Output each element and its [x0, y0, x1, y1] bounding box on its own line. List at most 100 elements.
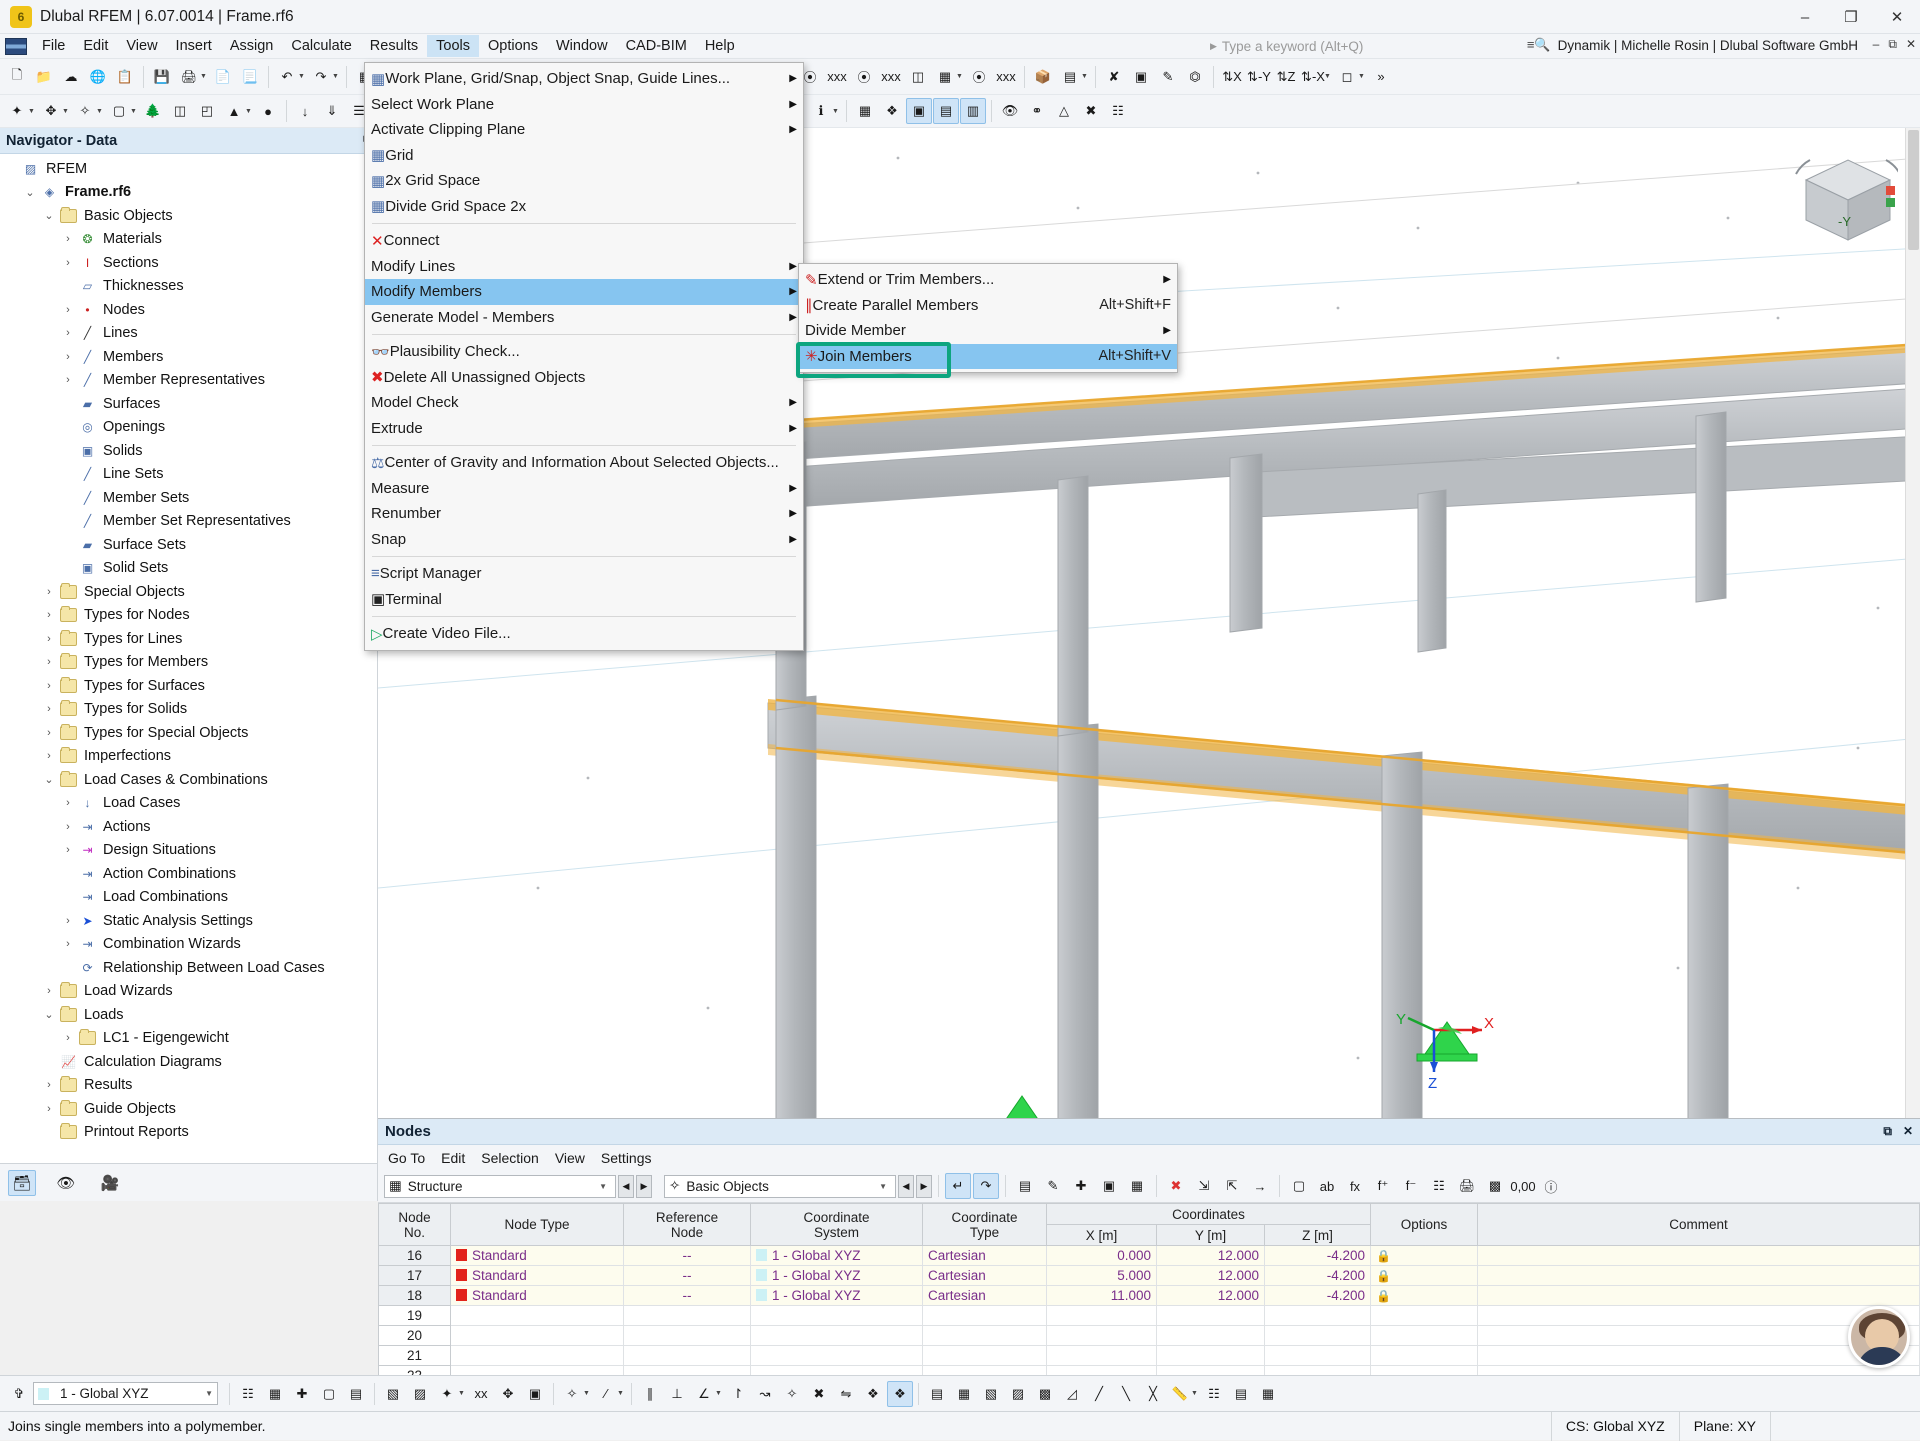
- new-surface-icon[interactable]: ▢: [106, 98, 132, 124]
- cell-comment[interactable]: [1477, 1245, 1920, 1266]
- cell-reference-node[interactable]: --: [623, 1285, 751, 1306]
- parallel-member-toolbar-icon[interactable]: ⇋: [833, 1381, 859, 1407]
- snap-tool-icon[interactable]: ◿: [1059, 1381, 1085, 1407]
- save-icon[interactable]: 💾: [149, 64, 175, 90]
- support-values-icon[interactable]: xxx: [993, 64, 1019, 90]
- tools-menu-item-terminal[interactable]: ▣ Terminal: [365, 587, 803, 613]
- parallel-lines-icon[interactable]: ∥: [637, 1381, 663, 1407]
- help-table-icon[interactable]: ⓘ: [1538, 1173, 1564, 1199]
- printout-report-icon[interactable]: 📄: [210, 64, 236, 90]
- hide-icon[interactable]: ⚭: [1024, 98, 1050, 124]
- chevron-right-icon[interactable]: ›: [40, 680, 58, 692]
- menu-file[interactable]: File: [33, 35, 74, 57]
- tree-item-materials[interactable]: › ❂ Materials: [0, 228, 377, 252]
- table-row[interactable]: 18 Standard -- 1 - Global XYZ Cartesian 11.00…: [378, 1285, 1920, 1306]
- import-icon[interactable]: ⇱: [1219, 1173, 1245, 1199]
- menu-tools[interactable]: Tools: [427, 35, 480, 57]
- maximize-button[interactable]: ❐: [1828, 0, 1874, 34]
- table-row[interactable]: 21: [378, 1345, 1920, 1366]
- objects-combo[interactable]: ✧ Basic Objects ▼: [664, 1174, 896, 1198]
- lock-icon[interactable]: 🔒: [1376, 1249, 1391, 1263]
- guide-line-3-icon[interactable]: ╳: [1140, 1381, 1166, 1407]
- table-row[interactable]: 20: [378, 1325, 1920, 1346]
- grid-settings-icon[interactable]: ☷: [1201, 1381, 1227, 1407]
- nodes-menu-settings[interactable]: Settings: [601, 1150, 652, 1166]
- chevron-right-icon[interactable]: ›: [59, 257, 77, 269]
- formula-icon[interactable]: fx: [1342, 1173, 1368, 1199]
- chevron-right-icon[interactable]: ›: [59, 844, 77, 856]
- select-in-graphic-icon[interactable]: ↵: [945, 1173, 971, 1199]
- cell-coordinate-system[interactable]: 1 - Global XYZ: [750, 1265, 923, 1286]
- cell-options[interactable]: 🔒: [1370, 1265, 1479, 1286]
- grid-settings-2-icon[interactable]: ▤: [1228, 1381, 1254, 1407]
- coordinate-system-combo[interactable]: 1 - Global XYZ ▼: [33, 1382, 218, 1405]
- member-numbering-icon[interactable]: ◫: [905, 64, 931, 90]
- chevron-right-icon[interactable]: ›: [40, 750, 58, 762]
- grid-settings-3-icon[interactable]: ▦: [1255, 1381, 1281, 1407]
- cell-z[interactable]: -4.200: [1263, 1265, 1372, 1286]
- render-wire-icon[interactable]: ▤: [933, 98, 959, 124]
- work-plane-yz-icon[interactable]: ▨: [407, 1381, 433, 1407]
- cell-node-type[interactable]: [450, 1345, 624, 1366]
- tree-item-action-combinations[interactable]: · ⇥ Action Combinations: [0, 862, 377, 886]
- table-toggle-1-icon[interactable]: ▤: [924, 1381, 950, 1407]
- tools-menu-item-modify-members[interactable]: Modify Members ▶: [365, 279, 803, 305]
- cell-reference-node[interactable]: [623, 1305, 751, 1326]
- delete-row-icon[interactable]: ✖: [1163, 1173, 1189, 1199]
- menu-window[interactable]: Window: [547, 35, 617, 57]
- cell-coordinate-type[interactable]: [922, 1305, 1047, 1326]
- insert-row-icon[interactable]: ✚: [1068, 1173, 1094, 1199]
- tree-item-thicknesses[interactable]: · ▱ Thicknesses: [0, 275, 377, 299]
- th-x[interactable]: X [m]: [1046, 1224, 1157, 1246]
- tree-item-sections[interactable]: › I Sections: [0, 251, 377, 275]
- new-nodal-support-icon[interactable]: ▲: [221, 98, 247, 124]
- table-grid-icon[interactable]: ☷: [1426, 1173, 1452, 1199]
- th-node-type[interactable]: Node Type: [450, 1203, 624, 1246]
- chevron-down-icon[interactable]: ⌄: [40, 209, 58, 222]
- tools-menu-item-work-plane-grid-snap-object-snap-guide-l[interactable]: ▦ Work Plane, Grid/Snap, Object Snap, Gui…: [365, 66, 803, 92]
- render-shade-icon[interactable]: ▥: [960, 98, 986, 124]
- th-options[interactable]: Options: [1370, 1203, 1479, 1246]
- tree-item-solid-sets[interactable]: · ▣ Solid Sets: [0, 557, 377, 581]
- table-edit-icon[interactable]: ✎: [1040, 1173, 1066, 1199]
- cell-node-no[interactable]: 17: [378, 1265, 451, 1286]
- new-node-dropdown-icon[interactable]: ▼: [28, 108, 37, 115]
- new-support-dropdown-icon[interactable]: ▼: [245, 108, 254, 115]
- delete-results-icon[interactable]: ✘: [1101, 64, 1127, 90]
- cell-node-no[interactable]: 19: [378, 1305, 451, 1326]
- chevron-right-icon[interactable]: ›: [59, 233, 77, 245]
- close-button[interactable]: ✕: [1874, 0, 1920, 34]
- cell-options[interactable]: [1370, 1305, 1479, 1326]
- intersect-icon[interactable]: ✖: [806, 1381, 832, 1407]
- menu-edit[interactable]: Edit: [74, 35, 117, 57]
- chevron-down-icon[interactable]: ⌄: [40, 1008, 58, 1021]
- table-row[interactable]: 19: [378, 1305, 1920, 1326]
- cell-x[interactable]: 0.000: [1046, 1245, 1157, 1266]
- new-member-icon[interactable]: ✧: [72, 98, 98, 124]
- new-line-dropdown-icon[interactable]: ▼: [62, 108, 71, 115]
- cell-node-no[interactable]: 20: [378, 1325, 451, 1346]
- surface-dropdown-icon[interactable]: ▼: [956, 73, 965, 80]
- cell-options[interactable]: 🔒: [1370, 1285, 1479, 1306]
- settings-grid-icon[interactable]: ☷: [1105, 98, 1131, 124]
- view-dropdown-icon[interactable]: ▼: [1324, 73, 1333, 80]
- angle-dropdown-icon[interactable]: ▼: [715, 1390, 724, 1397]
- cell-reference-node[interactable]: [623, 1345, 751, 1366]
- chevron-right-icon[interactable]: ›: [40, 609, 58, 621]
- tools-menu-item-delete-all-unassigned-objects[interactable]: ✖ Delete All Unassigned Objects: [365, 365, 803, 391]
- nodes-menu-edit[interactable]: Edit: [441, 1150, 465, 1166]
- view-x-icon[interactable]: ⇅X: [1219, 64, 1245, 90]
- modify-members-submenu-popup[interactable]: ✎ Extend or Trim Members... ▶ ∥ Create Paral…: [798, 263, 1178, 373]
- structure-next-button[interactable]: ▶: [636, 1174, 652, 1198]
- tree-item-types-for-members[interactable]: › Types for Members: [0, 651, 377, 675]
- menu-results[interactable]: Results: [361, 35, 427, 57]
- tree-item-imperfections[interactable]: › Imperfections: [0, 745, 377, 769]
- grid-dropdown-icon[interactable]: ▼: [1081, 73, 1090, 80]
- tree-item-combination-wizards[interactable]: › ⇥ Combination Wizards: [0, 933, 377, 957]
- line-load-icon[interactable]: ⇓: [319, 98, 345, 124]
- delete-view-icon[interactable]: ✖: [1078, 98, 1104, 124]
- nodal-load-icon[interactable]: ↓: [292, 98, 318, 124]
- table-toggle-3-icon[interactable]: ▧: [978, 1381, 1004, 1407]
- join-members-toolbar-icon[interactable]: ❖: [887, 1380, 913, 1407]
- nodes-menu-selection[interactable]: Selection: [481, 1150, 539, 1166]
